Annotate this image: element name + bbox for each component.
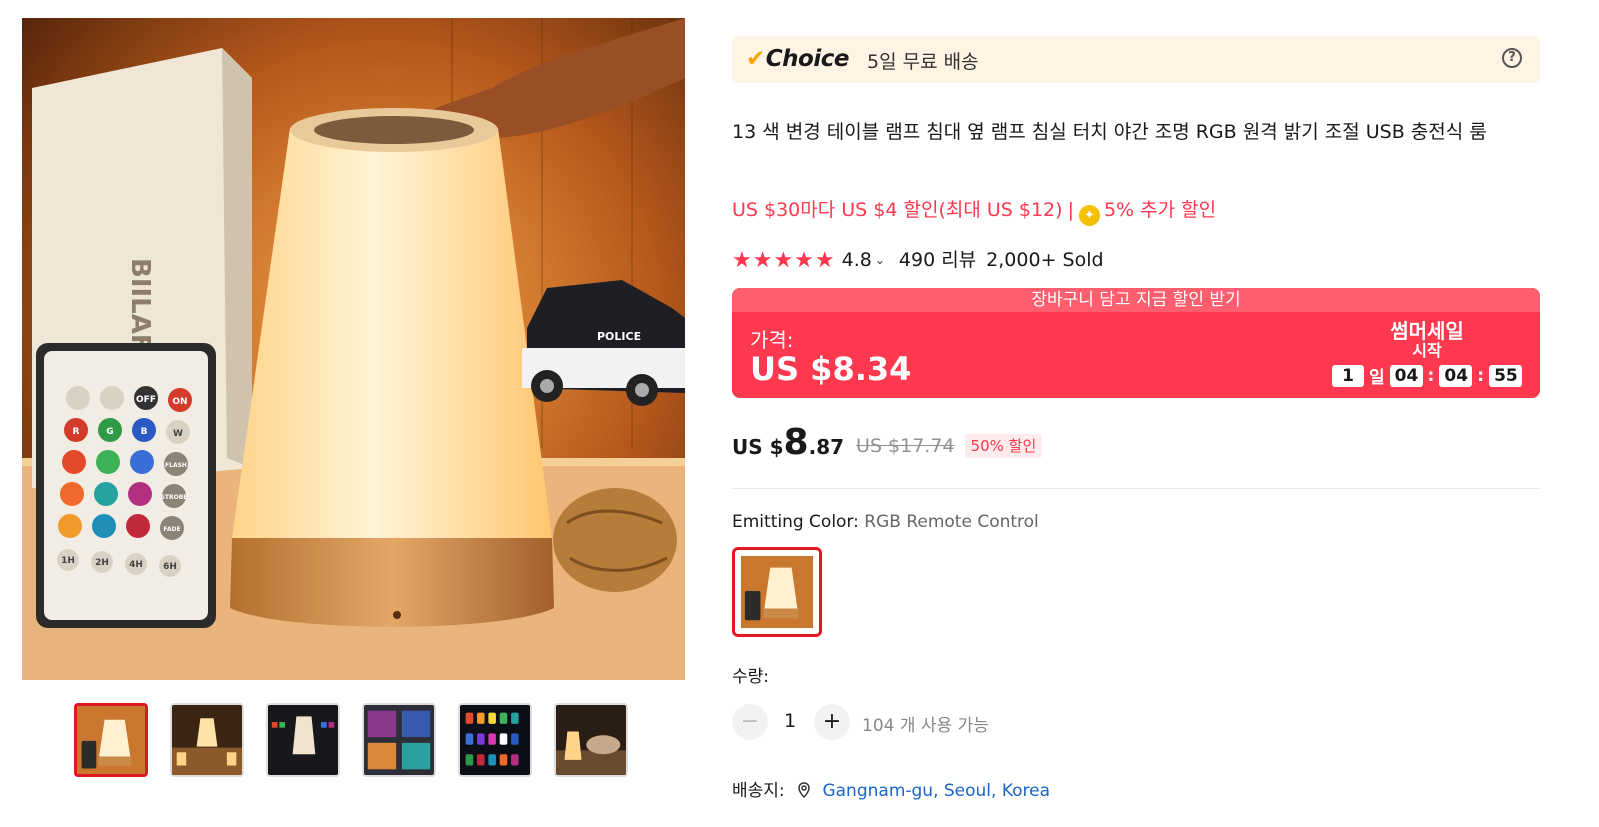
- remote-off-label: OFF: [136, 395, 156, 405]
- remote-fade-label: FADE: [163, 526, 180, 533]
- shipping-label: 배송지:: [732, 781, 785, 801]
- remote-r-label: R: [73, 427, 80, 437]
- variant-value: RGB Remote Control: [864, 512, 1039, 532]
- remote-6h-label: 6H: [163, 562, 177, 572]
- promo-separator: |: [1067, 199, 1074, 221]
- coin-icon: ✦: [1078, 205, 1100, 226]
- countdown-timer: 1 일 04 : 04 : 55: [1332, 363, 1522, 388]
- remote-2h-label: 2H: [95, 558, 109, 568]
- choice-logo-text: Choice: [765, 46, 850, 72]
- rating-score[interactable]: 4.8: [842, 249, 872, 271]
- original-price: US $17.74: [856, 435, 955, 457]
- remote-on-label: ON: [172, 397, 187, 407]
- remote-strobe-label: STROBE: [161, 494, 188, 501]
- countdown-minutes: 04: [1439, 364, 1473, 387]
- variant-label-text: Emitting Color:: [732, 512, 859, 532]
- discount-badge: 50% 할인: [964, 434, 1043, 458]
- sale-countdown: 썸머세일 시작 1 일 04 : 04 : 55: [1332, 320, 1522, 388]
- shipping-destination: 배송지: Gangnam-gu, Seoul, Korea: [732, 776, 1050, 801]
- quantity-decrease-button[interactable]: −: [732, 704, 768, 740]
- car-police-text: POLICE: [597, 330, 641, 343]
- price-cents: .87: [808, 435, 845, 459]
- divider: [732, 488, 1540, 489]
- thumbnail-2[interactable]: [170, 703, 244, 777]
- thumbnail-6[interactable]: [554, 703, 628, 777]
- location-pin-icon: [798, 782, 810, 798]
- price-row: US $8.87 US $17.74 50% 할인: [732, 422, 1043, 463]
- color-swatch-rgb-remote[interactable]: [732, 547, 822, 637]
- sale-deal-banner[interactable]: 장바구니 담고 지금 할인 받기 가격: US $8.34 썸머세일 시작 1 …: [732, 288, 1540, 398]
- variant-label: Emitting Color: RGB Remote Control: [732, 512, 1039, 532]
- review-count[interactable]: 490 리뷰: [899, 249, 976, 271]
- deal-price: US $8.34: [750, 350, 912, 388]
- countdown-hours: 04: [1389, 364, 1423, 387]
- remote-flash-label: FLASH: [165, 462, 187, 469]
- product-title: 13 색 변경 테이블 램프 침대 옆 램프 침실 터치 야간 조명 RGB 원…: [732, 121, 1487, 143]
- quantity-increase-button[interactable]: +: [814, 704, 850, 740]
- chevron-down-icon[interactable]: ⌄: [875, 253, 885, 267]
- quantity-value[interactable]: 1: [780, 710, 800, 732]
- quantity-available: 104 개 사용 가능: [862, 716, 989, 736]
- cart-discount-banner[interactable]: 장바구니 담고 지금 할인 받기: [732, 288, 1540, 312]
- free-shipping-text: 5일 무료 배송: [867, 51, 979, 73]
- countdown-seconds: 55: [1489, 364, 1522, 387]
- countdown-colon: :: [1477, 365, 1485, 386]
- thumbnail-4[interactable]: [362, 703, 436, 777]
- price-currency: US $: [732, 435, 784, 459]
- star-rating-icon: ★★★★★: [732, 248, 836, 273]
- thumbnail-5[interactable]: [458, 703, 532, 777]
- remote-b-label: B: [141, 427, 148, 437]
- coupon-text: US $30마다 US $4 할인(최대 US $12): [732, 199, 1063, 221]
- check-icon: ✔: [746, 46, 765, 72]
- thumbnail-3[interactable]: [266, 703, 340, 777]
- extra-discount-text: 5% 추가 할인: [1103, 199, 1217, 221]
- thumbnail-1[interactable]: [74, 703, 148, 777]
- rating-row: ★★★★★ 4.8 ⌄ 490 리뷰 2,000+ Sold: [732, 245, 1104, 273]
- countdown-day-label: 일: [1369, 368, 1385, 388]
- shipping-location-link[interactable]: Gangnam-gu, Seoul, Korea: [822, 781, 1050, 801]
- remote-1h-label: 1H: [61, 556, 75, 566]
- price-whole: 8: [783, 422, 809, 463]
- countdown-days: 1: [1332, 364, 1364, 387]
- sale-subtitle: 시작: [1412, 341, 1442, 360]
- question-icon[interactable]: ?: [1502, 48, 1522, 68]
- choice-banner[interactable]: ✔Choice 5일 무료 배송 ?: [732, 36, 1540, 83]
- remote-4h-label: 4H: [129, 560, 143, 570]
- promo-row[interactable]: US $30마다 US $4 할인(최대 US $12) | ✦ 5% 추가 할인: [732, 195, 1216, 226]
- deal-price-label: 가격:: [750, 328, 794, 352]
- sold-count: 2,000+ Sold: [986, 249, 1104, 271]
- choice-logo: ✔Choice: [746, 46, 849, 72]
- remote-g-label: G: [106, 427, 113, 437]
- countdown-colon: :: [1427, 365, 1435, 386]
- main-product-image[interactable]: BIILAFLOR OFF ON R G B W FLASH STROBE FA…: [22, 18, 685, 680]
- quantity-label: 수량:: [732, 667, 770, 687]
- sale-title: 썸머세일: [1390, 319, 1464, 343]
- remote-w-label: W: [173, 429, 183, 439]
- lamp-photo: BIILAFLOR OFF ON R G B W FLASH STROBE FA…: [22, 18, 685, 680]
